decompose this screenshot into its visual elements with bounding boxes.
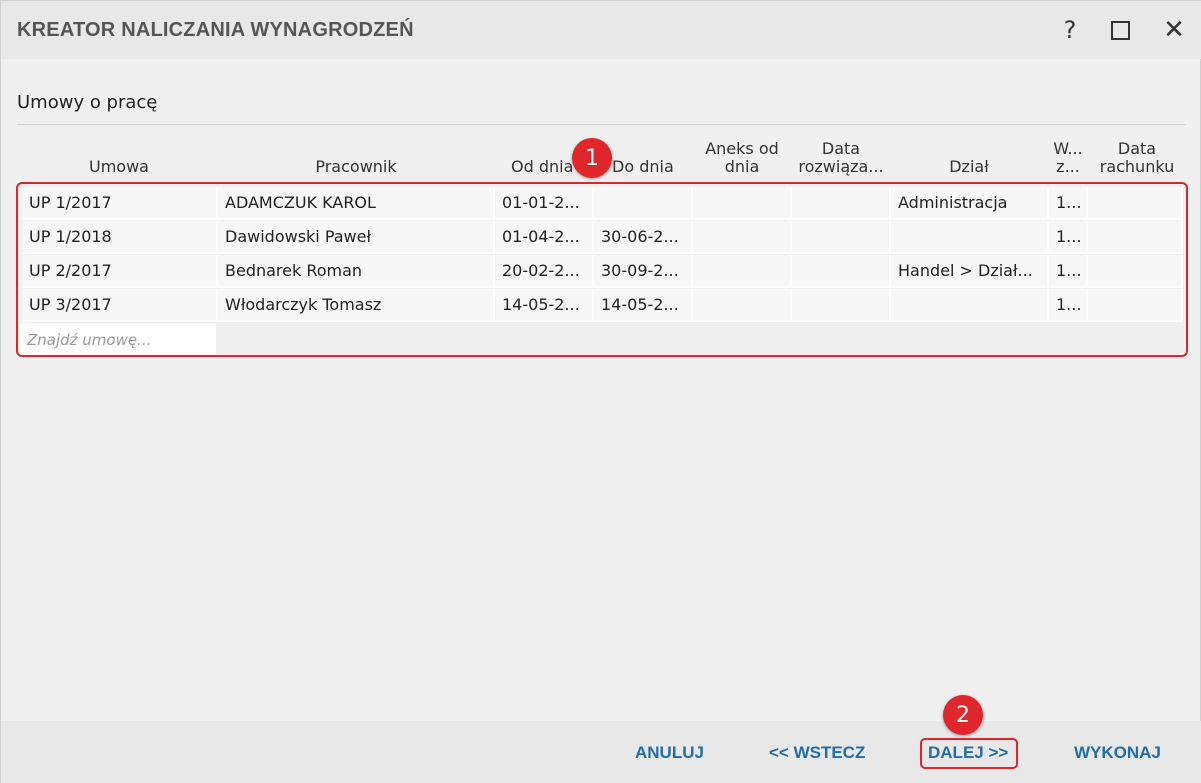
cell-dzial (891, 289, 1049, 322)
contracts-grid: UP 1/2017 ADAMCZUK KAROL 01-01-2... Admi… (20, 187, 1183, 355)
cell-w: 1... (1049, 255, 1088, 288)
window-title: KREATOR NALICZANIA WYNAGRODZEŃ (17, 19, 414, 41)
cell-w: 1... (1049, 221, 1088, 254)
cell-data-rachunku (1088, 289, 1183, 322)
cell-od-dnia: 01-01-2... (495, 187, 594, 220)
close-icon: ✕ (1163, 15, 1185, 45)
maximize-button[interactable] (1103, 13, 1137, 47)
column-header-data-rachunku[interactable]: Data rachunku (1088, 131, 1186, 181)
close-button[interactable]: ✕ (1157, 13, 1191, 47)
cell-dzial: Administracja (891, 187, 1049, 220)
column-header-w[interactable]: W... z... (1049, 131, 1087, 181)
cell-aneks (693, 187, 792, 220)
title-bar: KREATOR NALICZANIA WYNAGRODZEŃ ? ✕ (1, 1, 1201, 59)
cell-od-dnia: 14-05-2... (495, 289, 594, 322)
cell-w: 1... (1049, 289, 1088, 322)
cell-umowa: UP 3/2017 (22, 289, 218, 322)
cell-pracownik: Dawidowski Paweł (218, 221, 495, 254)
cell-aneks (693, 255, 792, 288)
column-header-pracownik[interactable]: Pracownik (218, 131, 494, 181)
cell-do-dnia (594, 187, 693, 220)
maximize-icon (1110, 20, 1130, 40)
cell-dzial (891, 221, 1049, 254)
cell-data-rachunku (1088, 255, 1183, 288)
cell-do-dnia: 14-05-2... (594, 289, 693, 322)
table-row[interactable]: UP 2/2017 Bednarek Roman 20-02-2... 30-0… (22, 255, 1183, 288)
cell-umowa: UP 1/2018 (22, 221, 218, 254)
column-header-data-rozwiazania[interactable]: Data rozwiąza... (792, 131, 890, 181)
cell-pracownik: Włodarczyk Tomasz (218, 289, 495, 322)
cell-do-dnia: 30-06-2... (594, 221, 693, 254)
cancel-button[interactable]: ANULUJ (635, 743, 704, 765)
cell-data-rozwiazania (792, 187, 891, 220)
cell-data-rachunku (1088, 187, 1183, 220)
cell-data-rozwiazania (792, 221, 891, 254)
cell-pracownik: ADAMCZUK KAROL (218, 187, 495, 220)
table-row[interactable]: UP 1/2017 ADAMCZUK KAROL 01-01-2... Admi… (22, 187, 1183, 220)
cell-do-dnia: 30-09-2... (594, 255, 693, 288)
table-row[interactable]: UP 3/2017 Włodarczyk Tomasz 14-05-2... 1… (22, 289, 1183, 322)
cell-pracownik: Bednarek Roman (218, 255, 495, 288)
cell-aneks (693, 221, 792, 254)
section-title: Umowy o pracę (17, 92, 158, 113)
cell-aneks (693, 289, 792, 322)
cell-data-rachunku (1088, 221, 1183, 254)
footer-bar (1, 721, 1201, 783)
wizard-window: KREATOR NALICZANIA WYNAGRODZEŃ ? ✕ Umowy… (0, 0, 1201, 783)
help-icon: ? (1063, 16, 1077, 44)
annotation-badge-1: 1 (572, 138, 612, 178)
column-header-aneks-od-dnia[interactable]: Aneks od dnia (693, 131, 791, 181)
section-divider (17, 124, 1186, 125)
cell-data-rozwiazania (792, 289, 891, 322)
annotation-badge-2: 2 (943, 695, 983, 735)
execute-button[interactable]: WYKONAJ (1074, 743, 1161, 765)
cell-umowa: UP 1/2017 (22, 187, 218, 220)
back-button[interactable]: << WSTECZ (769, 743, 865, 765)
table-row[interactable]: UP 1/2018 Dawidowski Paweł 01-04-2... 30… (22, 221, 1183, 254)
next-button[interactable]: DALEJ >> (928, 743, 1008, 765)
help-button[interactable]: ? (1053, 13, 1087, 47)
cell-od-dnia: 20-02-2... (495, 255, 594, 288)
cell-od-dnia: 01-04-2... (495, 221, 594, 254)
cell-data-rozwiazania (792, 255, 891, 288)
search-contract-input[interactable]: Znajdź umowę... (20, 323, 216, 355)
column-header-dzial[interactable]: Dział (890, 131, 1048, 181)
cell-umowa: UP 2/2017 (22, 255, 218, 288)
cell-dzial: Handel > Dział... (891, 255, 1049, 288)
cell-w: 1... (1049, 187, 1088, 220)
column-header-umowa[interactable]: Umowa (22, 131, 216, 181)
